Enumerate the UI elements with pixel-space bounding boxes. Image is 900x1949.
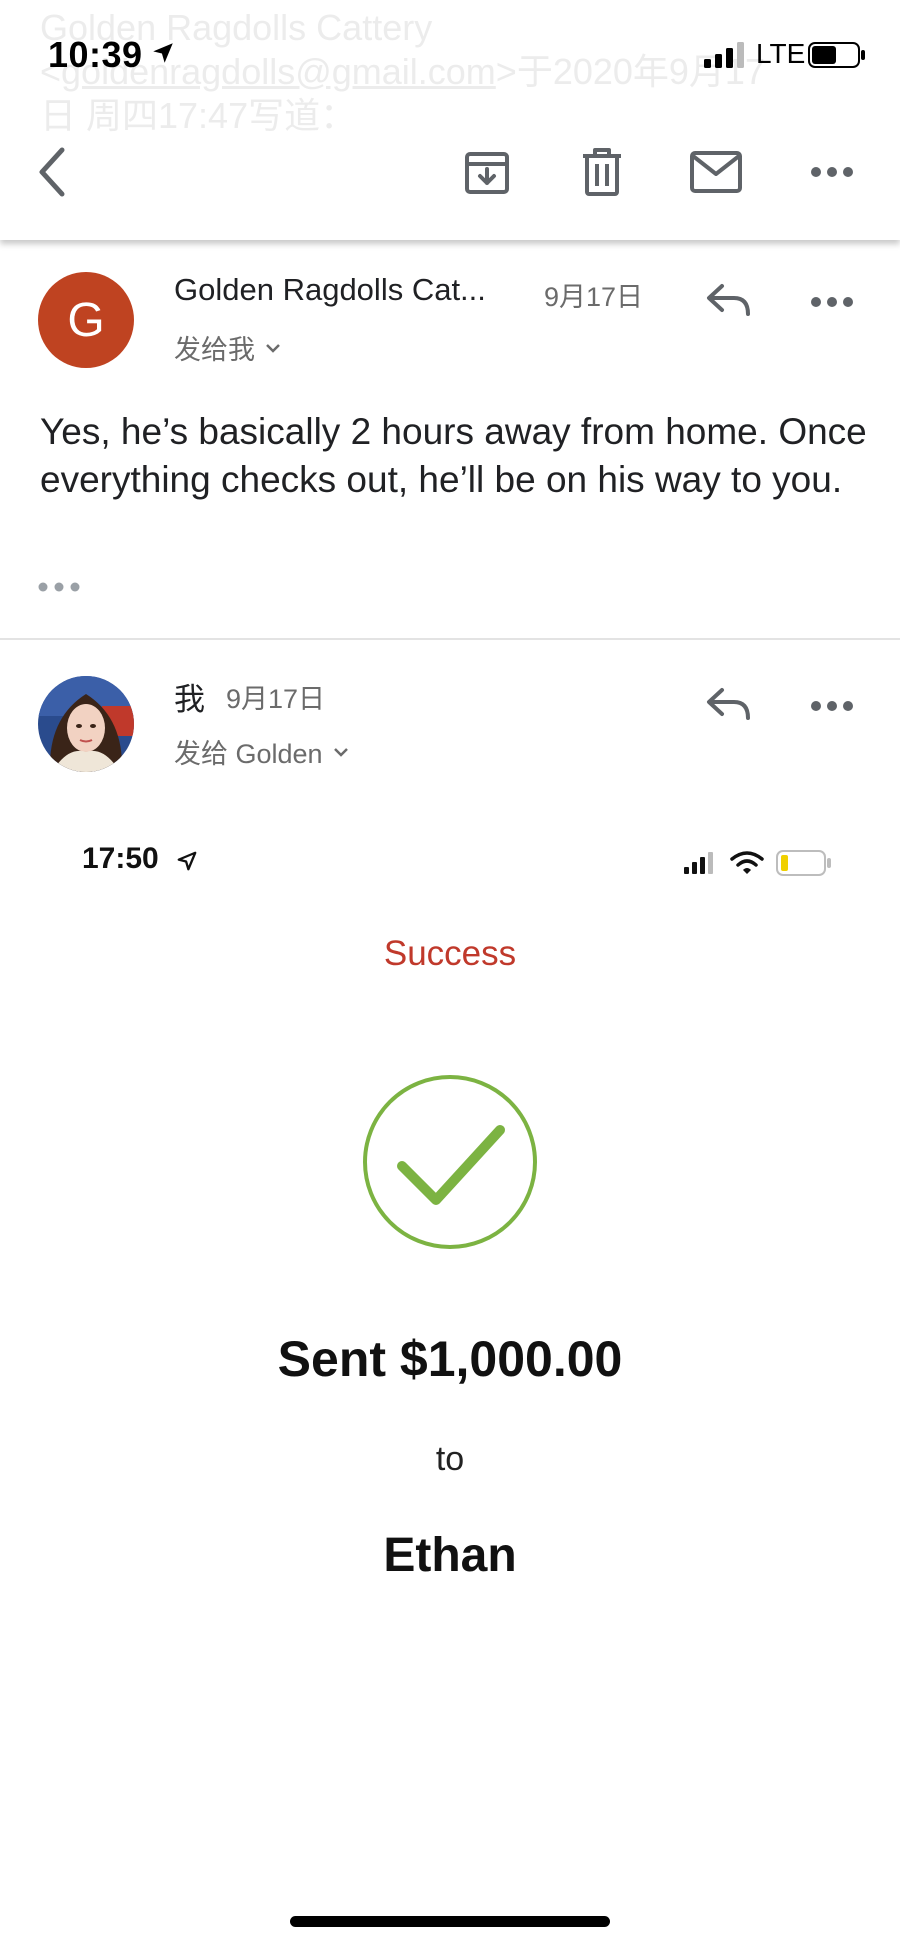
cellular-signal-icon	[684, 852, 713, 874]
payment-amount: Sent $1,000.00	[277, 1331, 623, 1387]
back-button[interactable]	[20, 140, 84, 204]
reply-icon	[707, 284, 750, 316]
battery-icon	[808, 42, 865, 68]
payment-to-label: to	[435, 1440, 465, 1478]
success-check-icon	[363, 1075, 537, 1249]
message-body: Yes, he’s basically 2 hours away from ho…	[40, 411, 867, 500]
sender-name[interactable]: 我	[174, 674, 205, 719]
message-more-button[interactable]	[802, 272, 862, 332]
message-divider	[0, 638, 900, 640]
archive-button[interactable]	[455, 140, 519, 204]
top-app-bar: Golden Ragdolls Cattery <goldenragdolls@…	[0, 0, 900, 240]
recipient-details-toggle[interactable]: 发给我	[174, 328, 281, 367]
trash-icon	[583, 148, 621, 196]
battery-low-icon	[776, 850, 831, 876]
more-options-button[interactable]	[800, 140, 864, 204]
message-more-button[interactable]	[802, 676, 862, 736]
payment-status-title: Success	[383, 934, 517, 973]
delete-button[interactable]	[570, 140, 634, 204]
recipient-details-toggle[interactable]: 发给 Golden	[174, 732, 349, 771]
chevron-left-icon	[39, 147, 65, 197]
message-date: 9月17日	[226, 684, 326, 714]
sender-name[interactable]: Golden Ragdolls Cat...	[174, 272, 486, 308]
trimmed-content-icon	[38, 582, 80, 592]
status-bar: 10:39 LTE	[0, 28, 900, 88]
more-horizontal-icon	[811, 701, 853, 711]
status-time: 10:39	[48, 34, 143, 75]
quoted-date-line: 日 周四17:47写道：	[40, 95, 357, 136]
avatar-letter: G	[67, 293, 105, 347]
chevron-down-icon	[333, 747, 348, 757]
archive-icon	[465, 152, 509, 194]
reply-button[interactable]	[698, 674, 758, 734]
network-type: LTE	[756, 38, 806, 69]
reply-button[interactable]	[698, 270, 758, 330]
more-horizontal-icon	[811, 297, 853, 307]
message-date: 9月17日	[544, 282, 644, 312]
home-indicator[interactable]	[290, 1916, 610, 1927]
reply-icon	[707, 688, 750, 720]
recipient-label: 发给 Golden	[174, 739, 323, 769]
location-arrow-icon	[177, 851, 197, 871]
show-trimmed-content-button[interactable]	[38, 580, 90, 610]
cellular-signal-icon	[704, 42, 744, 68]
wifi-icon	[730, 851, 764, 874]
avatar[interactable]	[38, 676, 134, 772]
profile-photo	[38, 676, 134, 772]
sender-avatar[interactable]: G	[38, 272, 134, 368]
more-horizontal-icon	[811, 167, 853, 177]
chevron-down-icon	[266, 343, 280, 353]
mark-unread-button[interactable]	[684, 140, 748, 204]
mail-icon	[690, 151, 742, 193]
recipient-label: 发给我	[174, 335, 255, 365]
location-arrow-icon	[153, 43, 173, 63]
screenshot-status-time: 17:50	[82, 842, 159, 875]
payment-recipient-name: Ethan	[383, 1529, 517, 1582]
